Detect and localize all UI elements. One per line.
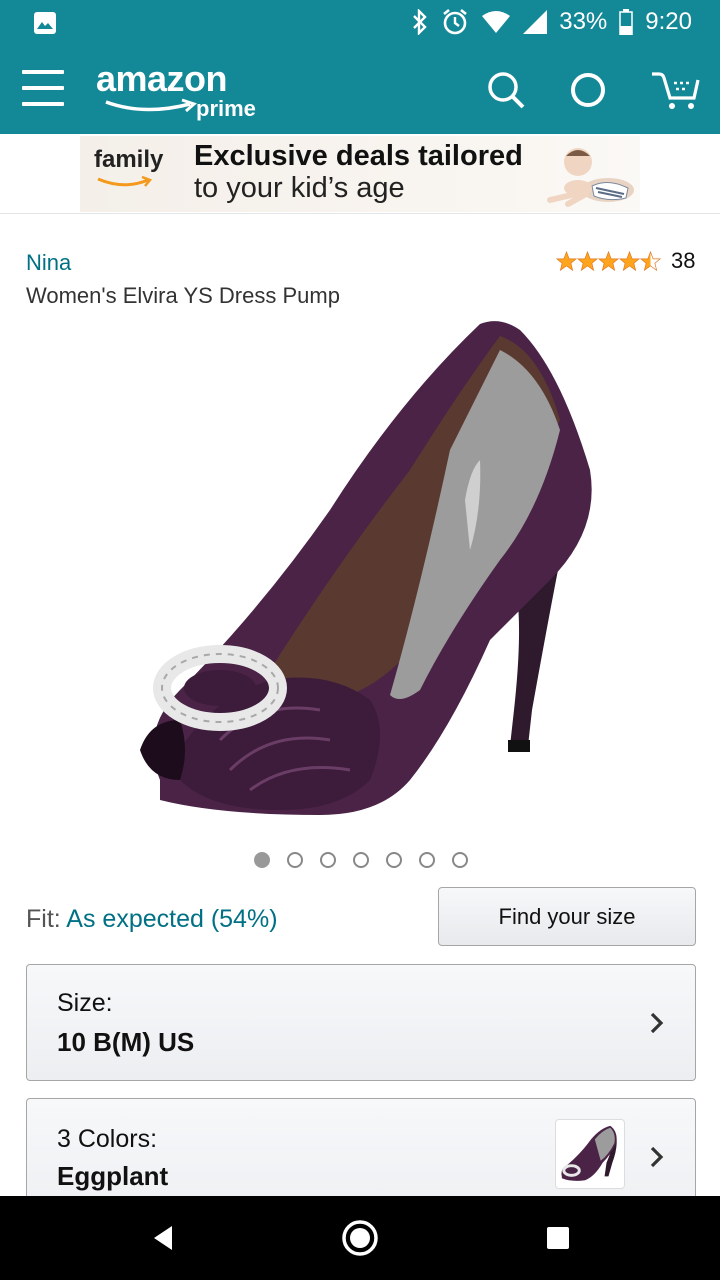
find-your-size-button[interactable]: Find your size <box>438 887 696 946</box>
signal-icon <box>523 10 548 34</box>
menu-icon[interactable] <box>22 68 64 108</box>
star-full-icon <box>577 250 598 271</box>
cart-icon[interactable] <box>650 68 700 112</box>
carousel-dot[interactable] <box>254 852 270 868</box>
family-logo-text: family <box>94 146 164 173</box>
fit-info: Fit: As expected (54%) <box>26 905 278 934</box>
color-value: Eggplant <box>57 1161 169 1191</box>
battery-icon <box>619 9 634 35</box>
star-half-icon <box>640 250 661 271</box>
chevron-right-icon <box>650 1012 664 1034</box>
bluetooth-icon <box>411 9 429 35</box>
star-full-icon <box>556 250 577 271</box>
family-smile-icon <box>97 176 153 187</box>
back-icon[interactable] <box>142 1216 186 1260</box>
promo-banner-area: family Exclusive deals tailored to your … <box>0 134 720 214</box>
fit-label: Fit: <box>26 905 61 933</box>
home-icon[interactable] <box>338 1216 382 1260</box>
color-swatch-thumbnail[interactable] <box>555 1119 625 1189</box>
color-count-label: 3 Colors: <box>57 1125 158 1153</box>
product-image[interactable] <box>120 310 620 830</box>
rating-summary[interactable]: 38 <box>556 248 695 274</box>
carousel-dot[interactable] <box>419 852 435 868</box>
battery-percent: 33% <box>559 8 608 35</box>
recents-icon[interactable] <box>536 1216 580 1260</box>
banner-headline: Exclusive deals tailored <box>194 140 523 172</box>
carousel-dot[interactable] <box>452 852 468 868</box>
family-promo-banner[interactable]: family Exclusive deals tailored to your … <box>80 136 640 212</box>
star-full-icon <box>619 250 640 271</box>
amazon-prime-logo[interactable]: amazon prime <box>96 58 276 122</box>
alexa-icon[interactable] <box>566 68 610 112</box>
app-header: amazon prime <box>0 44 720 134</box>
carousel-dot[interactable] <box>287 852 303 868</box>
size-value: 10 B(M) US <box>57 1027 195 1057</box>
logo-wordmark: amazon <box>96 58 228 99</box>
carousel-dot[interactable] <box>320 852 336 868</box>
chevron-right-icon <box>650 1146 664 1168</box>
logo-prime: prime <box>196 96 256 121</box>
image-carousel-dots <box>254 852 468 868</box>
product-title: Women's Elvira YS Dress Pump <box>26 283 340 308</box>
size-label: Size: <box>57 989 113 1017</box>
star-full-icon <box>598 250 619 271</box>
search-icon[interactable] <box>484 68 528 112</box>
carousel-dot[interactable] <box>386 852 402 868</box>
clock: 9:20 <box>645 8 692 35</box>
alarm-icon <box>441 8 469 36</box>
status-bar: 33% 9:20 <box>0 0 720 44</box>
fit-value-link[interactable]: As expected (54%) <box>66 905 277 933</box>
rating-count: 38 <box>671 248 696 273</box>
wifi-icon <box>481 10 511 34</box>
gallery-icon <box>34 12 56 34</box>
baby-image <box>547 148 634 207</box>
banner-subline: to your kid’s age <box>194 172 405 204</box>
android-nav-bar <box>0 1196 720 1280</box>
status-icons: 33% 9:20 <box>411 6 692 38</box>
logo-smile-icon <box>105 98 197 113</box>
carousel-dot[interactable] <box>353 852 369 868</box>
brand-link[interactable]: Nina <box>26 250 71 276</box>
star-rating <box>556 250 661 272</box>
size-selector[interactable]: Size: 10 B(M) US <box>26 964 696 1081</box>
